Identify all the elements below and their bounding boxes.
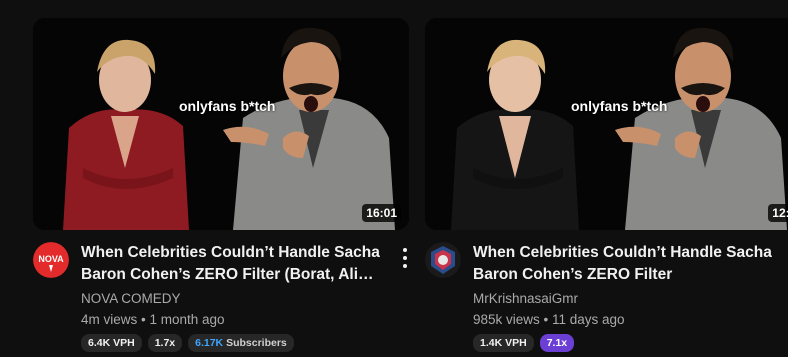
- video-card-1[interactable]: onlyfans b*tch 16:01 NOVA When Celebriti…: [33, 18, 409, 352]
- subscribers-badge: 6.17K Subscribers: [188, 334, 294, 352]
- ratio-badge: 1.7x: [147, 334, 183, 352]
- thumbnail-caption: onlyfans b*tch: [179, 98, 276, 114]
- thumbnail-caption: onlyfans b*tch: [571, 98, 668, 114]
- svg-text:NOVA: NOVA: [38, 254, 64, 264]
- vph-badge: 6.4K VPH: [81, 334, 142, 352]
- channel-avatar[interactable]: [425, 242, 461, 278]
- subscribers-label: Subscribers: [223, 337, 287, 349]
- channel-avatar[interactable]: NOVA: [33, 242, 69, 278]
- vph-badge: 1.4K VPH: [473, 334, 534, 352]
- video-meta: When Celebrities Couldn’t Handle Sacha B…: [425, 242, 788, 352]
- channel-name[interactable]: NOVA COMEDY: [81, 290, 409, 308]
- stats-badges: 1.4K VPH 7.1x: [473, 334, 788, 352]
- video-thumbnail[interactable]: onlyfans b*tch 16:01: [33, 18, 409, 230]
- duration-badge: 16:01: [362, 204, 401, 222]
- video-title[interactable]: When Celebrities Couldn’t Handle Sacha B…: [81, 242, 380, 286]
- subscribers-count: 6.17K: [195, 337, 224, 349]
- video-title-line-1[interactable]: When Celebrities Couldn’t Handle Sacha: [473, 242, 772, 264]
- ratio-badge: 7.1x: [539, 334, 575, 352]
- stats-badges: 6.4K VPH 1.7x 6.17K Subscribers: [81, 334, 409, 352]
- video-title-line-1[interactable]: When Celebrities Couldn’t Handle Sacha: [81, 242, 380, 264]
- video-stats: 985k views • 11 days ago: [473, 312, 625, 327]
- video-thumbnail[interactable]: onlyfans b*tch 12:50: [425, 18, 788, 230]
- video-card-2[interactable]: onlyfans b*tch 12:50 When Celebrities Co…: [425, 18, 788, 352]
- channel-name[interactable]: MrKrishnasaiGmr: [473, 290, 788, 308]
- thumbnail-image: [425, 18, 788, 230]
- video-title-line-2[interactable]: Baron Cohen’s ZERO Filter: [473, 264, 769, 286]
- duration-badge: 12:50: [768, 204, 788, 222]
- video-stats: 4m views • 1 month ago: [81, 312, 225, 327]
- video-meta: NOVA When Celebrities Couldn’t Handle Sa…: [33, 242, 409, 352]
- video-title[interactable]: When Celebrities Couldn’t Handle Sacha B…: [473, 242, 772, 286]
- video-title-line-2[interactable]: Baron Cohen’s ZERO Filter (Borat, Ali G,…: [81, 264, 377, 286]
- more-vert-icon[interactable]: [403, 248, 407, 268]
- thumbnail-image: [33, 18, 409, 230]
